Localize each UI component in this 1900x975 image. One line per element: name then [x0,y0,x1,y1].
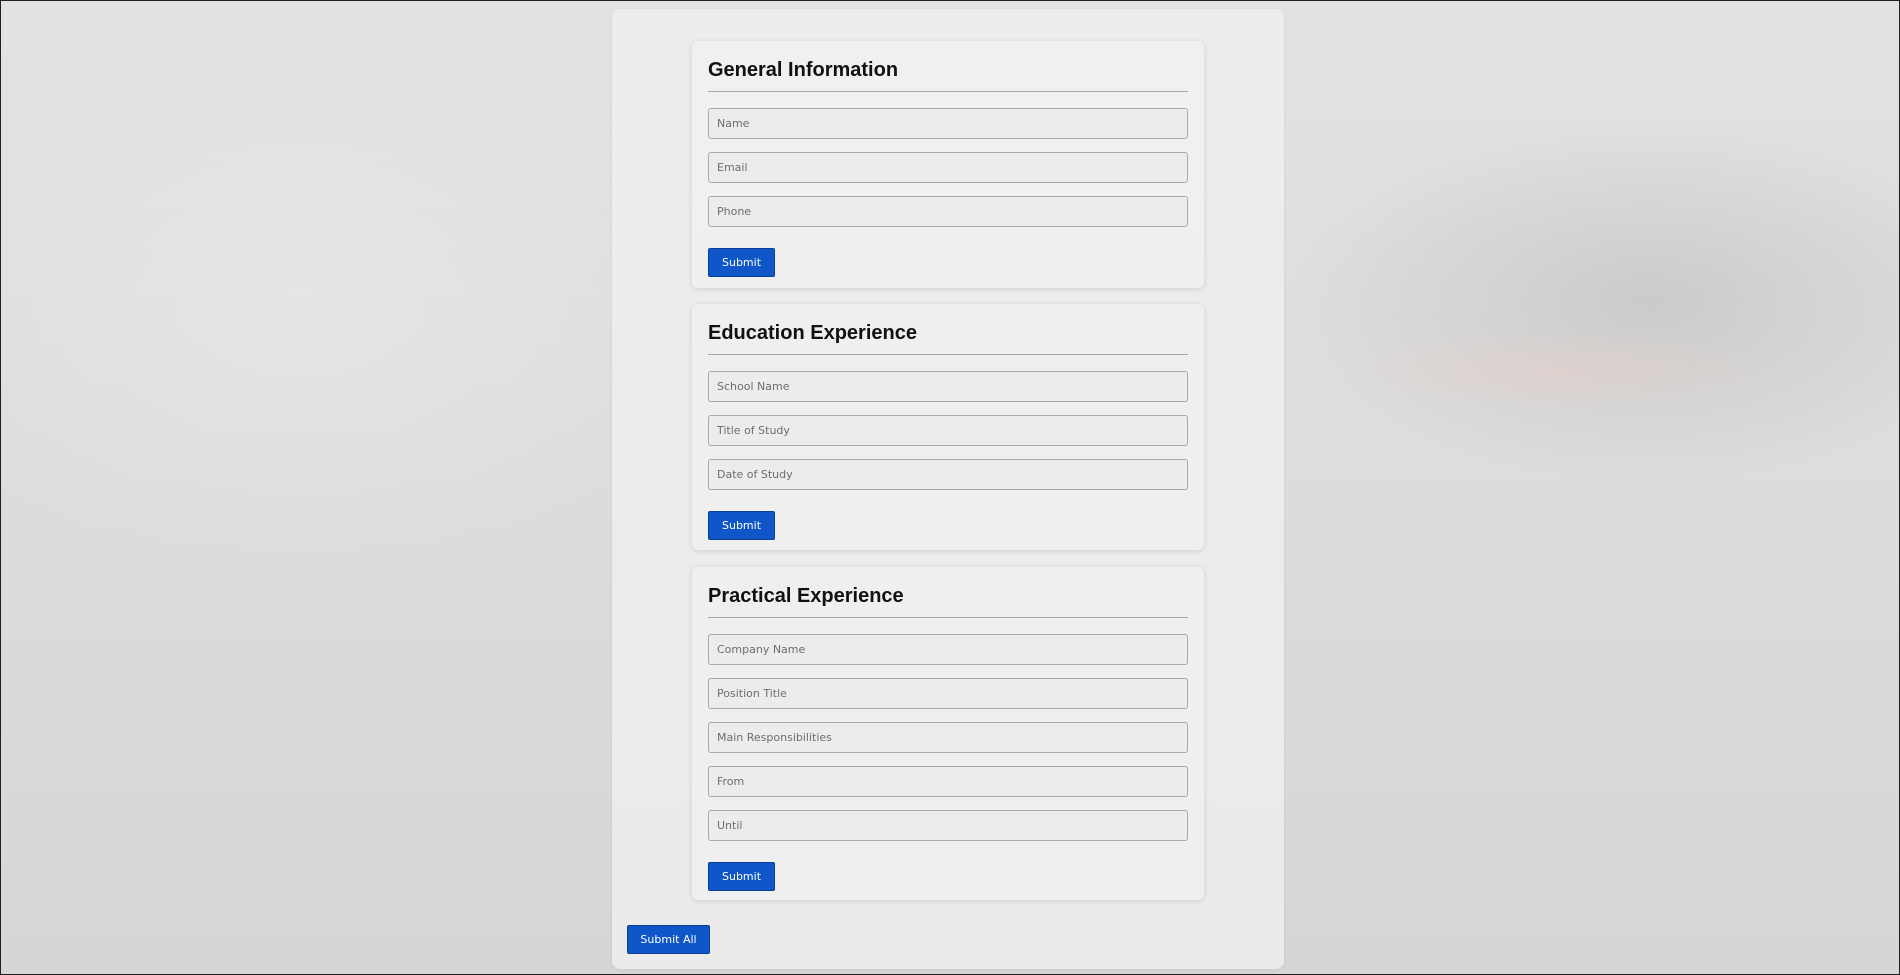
section-divider [708,617,1188,618]
title-of-study-input[interactable] [708,415,1188,446]
date-of-study-input[interactable] [708,459,1188,490]
company-name-input[interactable] [708,634,1188,665]
practical-experience-card: Practical Experience Submit [692,567,1204,900]
from-date-input[interactable] [708,766,1188,797]
main-responsibilities-input[interactable] [708,722,1188,753]
education-submit-button[interactable]: Submit [708,511,775,540]
email-input[interactable] [708,152,1188,183]
practical-submit-button[interactable]: Submit [708,862,775,891]
name-input[interactable] [708,108,1188,139]
section-divider [708,91,1188,92]
cv-form-container: General Information Submit Education Exp… [612,9,1284,969]
school-name-input[interactable] [708,371,1188,402]
general-submit-button[interactable]: Submit [708,248,775,277]
phone-input[interactable] [708,196,1188,227]
education-experience-heading: Education Experience [708,322,917,344]
general-information-card: General Information Submit [692,41,1204,288]
practical-experience-heading: Practical Experience [708,585,904,607]
until-date-input[interactable] [708,810,1188,841]
section-divider [708,354,1188,355]
submit-all-button[interactable]: Submit All [627,925,710,954]
general-information-heading: General Information [708,59,899,81]
position-title-input[interactable] [708,678,1188,709]
education-experience-card: Education Experience Submit [692,304,1204,550]
